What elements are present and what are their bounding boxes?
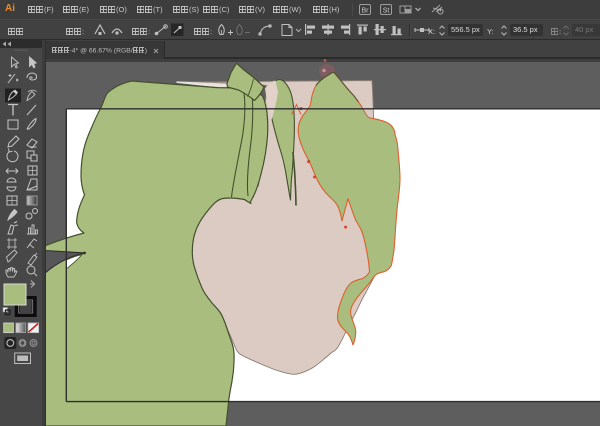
svg-text:St: St [383, 8, 390, 15]
svg-text:Br: Br [362, 8, 370, 15]
